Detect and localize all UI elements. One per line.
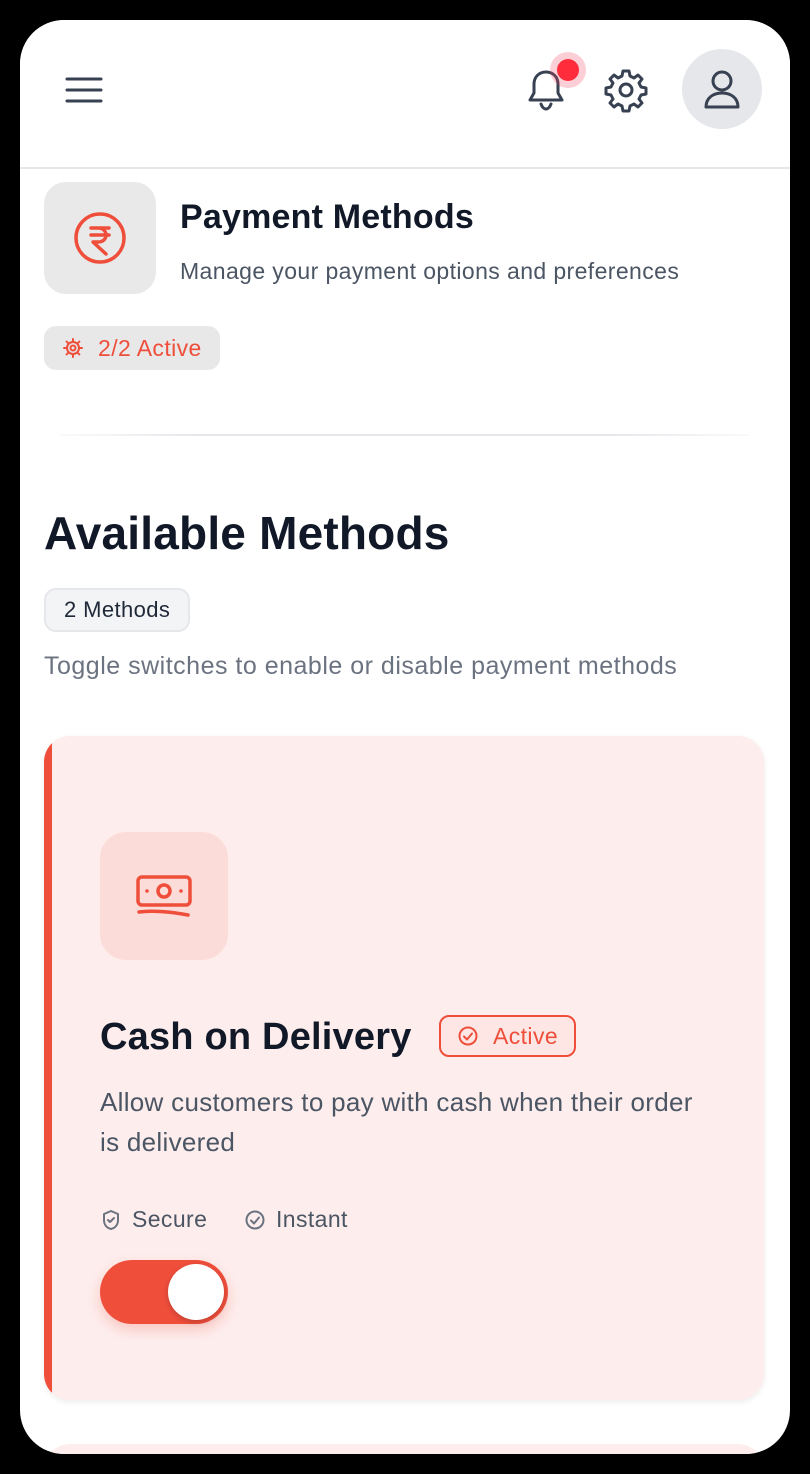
cog-status-icon [63,338,83,358]
section-hint: Toggle switches to enable or disable pay… [44,652,678,680]
page-subtitle: Manage your payment options and preferen… [180,258,680,284]
active-status-text: 2/2 Active [98,334,202,361]
phone-frame: Payment Methods Manage your payment opti… [0,0,810,1474]
methods-count-badge: 2 Methods [44,588,191,632]
cash-icon [136,875,192,917]
card-accent-bar [44,1444,52,1454]
user-icon [704,70,740,109]
method-status-text: Active [493,1022,559,1049]
notification-badge [550,52,586,88]
check-circle-icon [245,1210,265,1229]
feature-label: Instant [276,1206,348,1232]
enable-method-toggle[interactable] [100,1260,228,1324]
section-title: Available Methods [44,507,450,559]
check-circle-icon [458,1026,478,1046]
menu-button[interactable] [64,70,104,110]
method-status-badge: Active [439,1015,577,1057]
toggle-knob [168,1264,224,1320]
payment-method-card: Cash on Delivery Active Allow customers … [44,736,764,1400]
shield-icon [103,1209,119,1230]
notification-dot [557,59,579,81]
method-icon-box [100,832,228,960]
rupee-icon [74,212,126,264]
feature-secure: Secure [100,1206,207,1233]
payment-methods-icon-box [44,182,156,294]
payment-method-card-peek [44,1444,764,1454]
app-screen: Payment Methods Manage your payment opti… [20,20,790,1454]
top-bar [20,20,790,169]
feature-instant: Instant [244,1206,348,1233]
hamburger-menu-icon [65,77,103,103]
page-title: Payment Methods [180,198,474,236]
feature-label: Secure [132,1206,208,1232]
method-name: Cash on Delivery [100,1016,412,1058]
method-description: Allow customers to pay with cash when th… [100,1087,693,1157]
settings-button[interactable] [602,66,650,114]
methods-count-text: 2 Methods [64,597,171,622]
gear-icon [604,69,648,113]
section-divider [60,434,750,436]
active-status-badge: 2/2 Active [44,326,220,370]
card-accent-bar [44,736,52,1400]
user-avatar-button[interactable] [682,49,762,129]
